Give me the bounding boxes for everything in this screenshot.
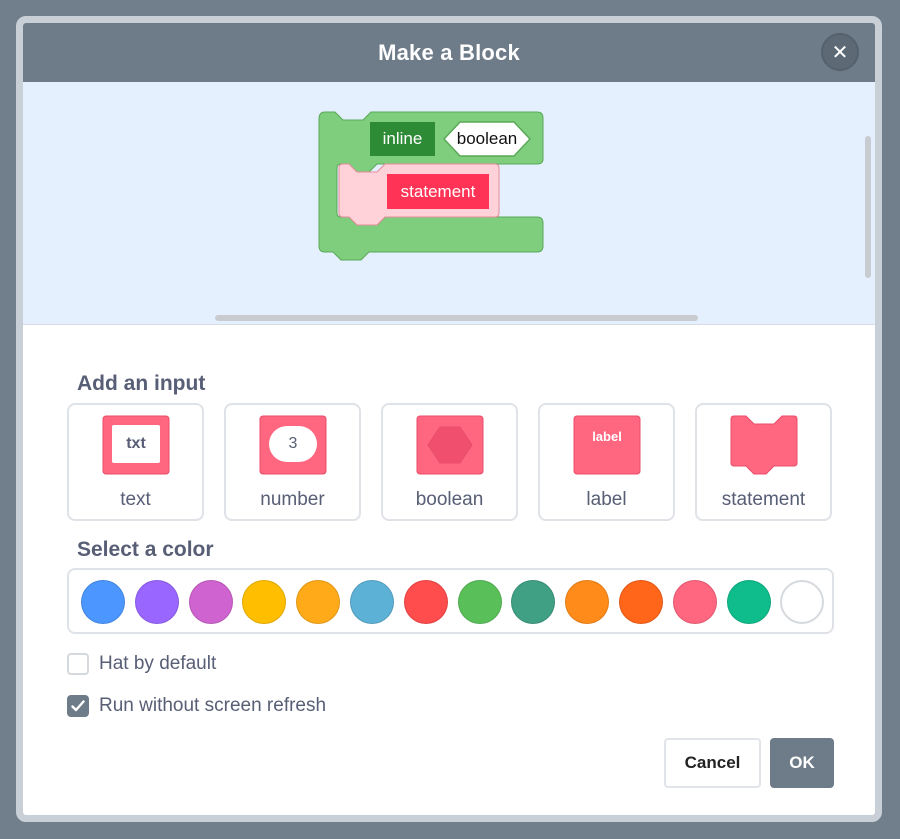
- dialog-title: Make a Block: [378, 39, 520, 65]
- hat-by-default-checkbox[interactable]: [67, 653, 89, 675]
- cancel-button[interactable]: Cancel: [664, 738, 761, 788]
- checkmark-icon: [71, 700, 85, 712]
- color-swatch[interactable]: [296, 580, 341, 624]
- run-without-refresh-label: Run without screen refresh: [99, 695, 327, 716]
- color-swatch[interactable]: [511, 580, 556, 624]
- add-text-input-button[interactable]: txt text: [67, 403, 204, 521]
- color-picker: [67, 568, 834, 634]
- block-preview-area: inline boolean statement: [23, 82, 875, 325]
- close-icon: ✕: [831, 41, 849, 64]
- add-input-heading: Add an input: [77, 372, 206, 395]
- boolean-input-icon: [416, 415, 484, 475]
- color-swatch[interactable]: [134, 580, 179, 624]
- text-input-icon: txt: [102, 415, 170, 475]
- inline-label-field[interactable]: inline: [370, 122, 435, 156]
- make-block-dialog: Make a Block ✕ inline boolean statement …: [16, 16, 882, 822]
- add-boolean-input-button[interactable]: boolean: [381, 403, 518, 521]
- hat-by-default-option[interactable]: Hat by default: [67, 653, 216, 675]
- add-statement-input-button[interactable]: statement: [695, 403, 832, 521]
- inline-label-text: inline: [382, 129, 423, 148]
- text-input-label: text: [120, 489, 151, 510]
- color-swatch[interactable]: [672, 580, 717, 624]
- boolean-input-label: boolean: [415, 489, 484, 510]
- color-swatch[interactable]: [188, 580, 233, 624]
- text-icon-glyph: txt: [126, 435, 146, 452]
- color-swatch[interactable]: [619, 580, 663, 624]
- color-swatch[interactable]: [565, 580, 610, 624]
- statement-input-icon: [730, 415, 798, 475]
- run-without-refresh-checkbox[interactable]: [67, 695, 89, 717]
- statement-label-field[interactable]: statement: [387, 174, 489, 209]
- add-label-input-button[interactable]: label label: [538, 403, 675, 521]
- color-swatch[interactable]: [242, 580, 287, 624]
- hat-by-default-label: Hat by default: [99, 653, 217, 674]
- color-swatch[interactable]: [780, 580, 825, 624]
- color-swatch[interactable]: [726, 580, 771, 624]
- number-input-label: number: [260, 489, 325, 510]
- add-number-input-button[interactable]: 3 number: [224, 403, 361, 521]
- color-swatch[interactable]: [457, 580, 502, 624]
- preview-vertical-scrollbar[interactable]: [865, 136, 871, 278]
- number-input-icon: 3: [259, 415, 327, 475]
- statement-input-label: statement: [721, 489, 806, 510]
- label-icon-glyph: label: [592, 429, 622, 444]
- label-input-label: label: [586, 489, 627, 510]
- label-input-icon: label: [573, 415, 641, 475]
- color-swatch[interactable]: [350, 580, 394, 624]
- number-icon-glyph: 3: [288, 435, 298, 452]
- color-swatch[interactable]: [81, 580, 125, 624]
- color-swatch[interactable]: [403, 580, 448, 624]
- close-button[interactable]: ✕: [821, 33, 859, 71]
- select-color-heading: Select a color: [77, 538, 214, 561]
- run-without-refresh-option[interactable]: Run without screen refresh: [67, 695, 326, 717]
- ok-button[interactable]: OK: [770, 738, 834, 788]
- dialog-header: Make a Block ✕: [23, 23, 875, 82]
- statement-label-text: statement: [400, 181, 476, 201]
- boolean-input-text: boolean: [456, 129, 518, 148]
- preview-horizontal-scrollbar[interactable]: [215, 315, 698, 321]
